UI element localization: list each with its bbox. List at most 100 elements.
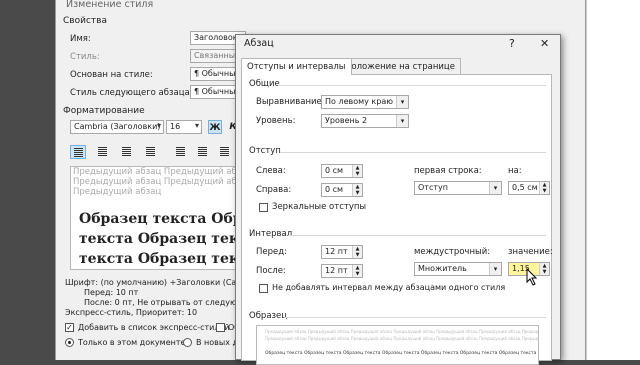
right-background-pane bbox=[586, 0, 640, 360]
font-select[interactable]: Cambria (Заголовки) bbox=[70, 120, 164, 134]
preview-sample-text: текста Образец текста bbox=[79, 231, 250, 247]
chevron-down-icon: ▾ bbox=[396, 115, 408, 127]
add-to-quick-styles-checkbox[interactable]: ✓ bbox=[65, 323, 74, 332]
alignment-select[interactable]: По левому краю ▾ bbox=[321, 95, 409, 109]
line-spacing-double-icon bbox=[197, 147, 207, 148]
based-on-label: Основан на стиле: bbox=[70, 70, 153, 80]
line-spacing-at-label: значение: bbox=[508, 247, 553, 257]
sample-previous-text: Предыдущий абзац Предыдущий абзац Предыд… bbox=[265, 336, 539, 341]
modify-style-title: Изменение стиля bbox=[66, 0, 154, 10]
indent-right-label: Справа: bbox=[256, 185, 292, 195]
preview-previous-paragraph: Предыдущий абзац Предыдущий абзац bbox=[73, 167, 250, 177]
sample-previous-text: Предыдущий абзац Предыдущий абзац Предыд… bbox=[265, 329, 539, 334]
style-description-line: После: 0 пт, Не отрывать от следующего bbox=[84, 298, 259, 307]
spin-down-icon[interactable]: ▼ bbox=[352, 171, 362, 177]
tab-line-and-page-breaks[interactable]: Положение на странице bbox=[339, 58, 461, 75]
general-group-heading: Общие bbox=[249, 79, 280, 89]
next-style-label: Стиль следующего абзаца: bbox=[70, 88, 193, 98]
formatting-heading: Форматирование bbox=[63, 106, 145, 116]
paragraph-sample-preview: Предыдущий абзац Предыдущий абзац Предыд… bbox=[256, 325, 539, 365]
line-spacing-other-icon bbox=[219, 147, 229, 148]
no-space-same-style-checkbox[interactable] bbox=[259, 284, 268, 293]
mouse-cursor-icon bbox=[526, 268, 538, 286]
style-description-line: Шрифт: (по умолчанию) +Заголовки (Cambri… bbox=[65, 278, 260, 287]
spacing-before-spinner[interactable]: 12 пт ▲ ▼ bbox=[321, 245, 363, 259]
by-label: на: bbox=[508, 166, 522, 176]
spin-down-icon[interactable]: ▼ bbox=[352, 252, 362, 258]
line-spacing-label: междустрочный: bbox=[414, 247, 491, 257]
spin-down-icon[interactable]: ▼ bbox=[352, 271, 362, 277]
indent-left-spinner[interactable]: 0 см ▲ ▼ bbox=[321, 164, 363, 178]
style-description-line: Перед: 10 пт bbox=[84, 288, 139, 297]
tab-indents-and-spacing[interactable]: Отступы и интервалы bbox=[241, 58, 352, 75]
properties-heading: Свойства bbox=[63, 16, 107, 26]
indent-divider bbox=[280, 152, 546, 153]
style-type-label: Стиль: bbox=[70, 52, 100, 62]
indent-right-spinner[interactable]: 0 см ▲ ▼ bbox=[321, 183, 363, 197]
spacing-before-label: Перед: bbox=[256, 247, 287, 257]
style-preview: Предыдущий абзац Предыдущий абзац Предыд… bbox=[70, 166, 250, 270]
outline-level-label: Уровень: bbox=[256, 116, 296, 126]
paragraph-dialog: Абзац ? ✕ Отступы и интервалы Положение … bbox=[235, 34, 561, 365]
chevron-down-icon: ▾ bbox=[489, 182, 501, 194]
first-line-select[interactable]: Отступ ▾ bbox=[414, 181, 502, 195]
spacing-after-spinner[interactable]: 12 пт ▲ ▼ bbox=[321, 264, 363, 278]
style-description-line: Экспресс-стиль, Приоритет: 10 bbox=[65, 308, 198, 317]
chevron-down-icon: ▾ bbox=[396, 96, 408, 108]
sample-divider bbox=[284, 317, 546, 318]
spin-down-icon[interactable]: ▼ bbox=[539, 269, 549, 275]
align-left-button[interactable] bbox=[70, 145, 86, 159]
line-spacing-single-button[interactable] bbox=[172, 145, 188, 159]
add-to-quick-styles-label: Добавить в список экспресс-стилей bbox=[78, 323, 230, 332]
mirror-indents-checkbox[interactable] bbox=[259, 203, 268, 212]
align-left-icon bbox=[73, 148, 83, 149]
first-line-by-spinner[interactable]: 0,5 см ▲ ▼ bbox=[508, 181, 550, 195]
sample-body-text: Образец текста Образец текста Образец те… bbox=[265, 351, 537, 356]
first-line-label: первая строка: bbox=[414, 166, 482, 176]
first-line-by-value: 0,5 см bbox=[512, 183, 538, 192]
preview-sample-text: текста Образец текста bbox=[79, 251, 250, 267]
general-divider bbox=[278, 85, 546, 86]
spin-down-icon[interactable]: ▼ bbox=[352, 190, 362, 196]
indent-group-heading: Отступ bbox=[249, 146, 281, 156]
close-icon[interactable]: ✕ bbox=[540, 37, 549, 50]
align-justify-button[interactable] bbox=[142, 145, 158, 159]
line-spacing-single-icon bbox=[175, 147, 185, 148]
spacing-divider bbox=[288, 235, 546, 236]
paragraph-dialog-title: Абзац bbox=[244, 38, 274, 49]
tab-panel: Общие Выравнивание: По левому краю ▾ Уров… bbox=[241, 74, 553, 365]
font-size-select[interactable]: 16 bbox=[166, 120, 202, 134]
line-spacing-other-button[interactable] bbox=[216, 145, 232, 159]
spin-down-icon[interactable]: ▼ bbox=[539, 188, 549, 194]
auto-update-checkbox[interactable] bbox=[216, 323, 225, 332]
indent-left-value: 0 см bbox=[325, 166, 344, 175]
align-right-icon bbox=[121, 147, 131, 148]
only-this-document-radio[interactable] bbox=[65, 338, 74, 347]
new-documents-radio[interactable] bbox=[183, 338, 192, 347]
bold-button[interactable]: Ж bbox=[208, 120, 222, 134]
mirror-indents-label: Зеркальные отступы bbox=[272, 202, 367, 212]
outline-level-select[interactable]: Уровень 2 ▾ bbox=[321, 114, 409, 128]
outline-level-value: Уровень 2 bbox=[325, 116, 368, 125]
alignment-value: По левому краю bbox=[325, 97, 393, 106]
chevron-down-icon: ▾ bbox=[489, 263, 501, 275]
indent-left-label: Слева: bbox=[256, 166, 286, 176]
alignment-label: Выравнивание: bbox=[256, 97, 325, 107]
no-space-same-style-label: Не добавлять интервал между абзацами одн… bbox=[272, 283, 506, 292]
align-center-icon bbox=[97, 147, 107, 148]
align-right-button[interactable] bbox=[118, 145, 134, 159]
line-spacing-value: Множитель bbox=[418, 264, 467, 273]
spacing-after-label: После: bbox=[256, 266, 286, 276]
indent-right-value: 0 см bbox=[325, 185, 344, 194]
name-label: Имя: bbox=[70, 34, 91, 44]
align-justify-icon bbox=[145, 147, 155, 148]
preview-sample-text: Образец текста Обра bbox=[79, 211, 250, 227]
spacing-before-value: 12 пт bbox=[325, 247, 348, 256]
preview-previous-paragraph: Предыдущий абзац bbox=[73, 187, 162, 197]
spacing-group-heading: Интервал bbox=[249, 229, 293, 239]
preview-previous-paragraph: Предыдущий абзац Предыдущий абзац bbox=[73, 177, 250, 187]
line-spacing-select[interactable]: Множитель ▾ bbox=[414, 262, 502, 276]
help-icon[interactable]: ? bbox=[509, 37, 515, 50]
line-spacing-double-button[interactable] bbox=[194, 145, 210, 159]
align-center-button[interactable] bbox=[94, 145, 110, 159]
